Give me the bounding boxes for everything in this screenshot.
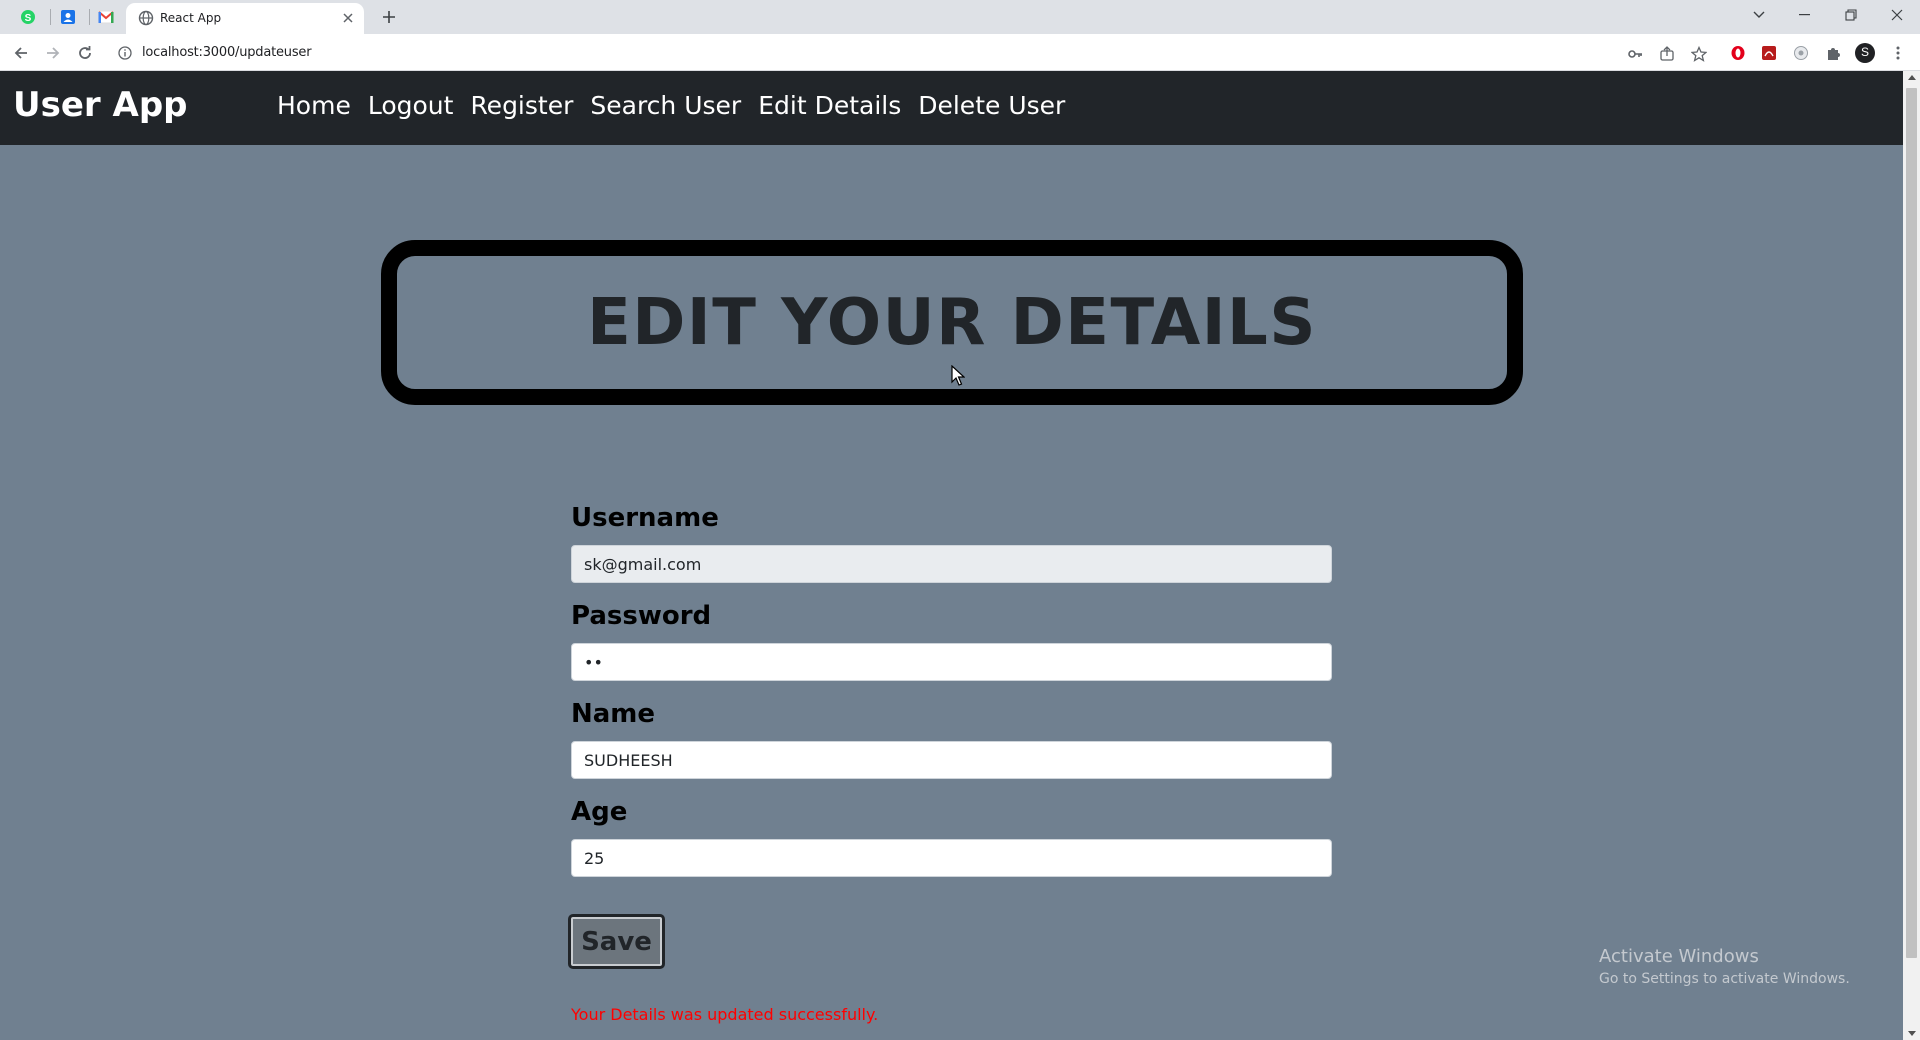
pinned-tab-whatsapp[interactable]: S [13, 5, 43, 29]
age-field[interactable] [571, 839, 1332, 877]
browser-toolbar: localhost:3000/updateuser S [0, 34, 1920, 71]
save-button[interactable]: Save [568, 914, 665, 969]
plus-icon [383, 11, 395, 23]
close-window-button[interactable] [1874, 0, 1920, 30]
scroll-down-icon[interactable] [1908, 1031, 1916, 1036]
app-navbar: User App Home Logout Register Search Use… [0, 71, 1903, 145]
share-button[interactable] [1658, 45, 1676, 63]
svg-text:S: S [25, 13, 32, 24]
profile-initial: S [1860, 45, 1869, 59]
whatsapp-icon: S [21, 10, 35, 24]
tab-search-button[interactable] [1736, 0, 1782, 30]
tab-close-button[interactable] [340, 10, 356, 26]
extension-circle-icon [1794, 46, 1808, 60]
url-text: localhost:3000/updateuser [142, 45, 312, 60]
tab-separator [89, 9, 90, 25]
page-scrollbar[interactable] [1903, 71, 1920, 1040]
restore-button[interactable] [1828, 0, 1874, 30]
activation-watermark-subtitle: Go to Settings to activate Windows. [1599, 971, 1850, 987]
pinned-tab-gmail[interactable] [91, 5, 121, 29]
forward-button[interactable] [40, 40, 66, 66]
more-vertical-icon [1896, 46, 1900, 60]
chevron-down-icon [1753, 11, 1765, 18]
tab-react-app[interactable]: React App [126, 3, 364, 34]
age-label: Age [571, 797, 628, 827]
activation-watermark-title: Activate Windows [1599, 946, 1759, 967]
nav-link-search-user[interactable]: Search User [590, 91, 741, 120]
tab-separator [50, 9, 51, 25]
scrollbar-thumb[interactable] [1906, 88, 1917, 958]
name-field[interactable] [571, 741, 1332, 779]
browser-menu-button[interactable] [1888, 43, 1908, 63]
username-label: Username [571, 503, 719, 533]
scroll-up-icon[interactable] [1908, 75, 1916, 80]
pdf-icon [1762, 46, 1776, 60]
tab-title: React App [160, 11, 222, 25]
close-icon [343, 13, 353, 23]
extension-button[interactable] [1791, 43, 1811, 63]
app-brand[interactable]: User App [13, 85, 188, 125]
opera-extension-button[interactable] [1728, 43, 1748, 63]
reload-button[interactable] [72, 40, 98, 66]
contacts-icon [61, 10, 75, 24]
bookmark-button[interactable] [1690, 45, 1708, 63]
password-field[interactable] [571, 643, 1332, 681]
nav-link-register[interactable]: Register [470, 91, 573, 120]
star-icon [1691, 46, 1707, 62]
name-label: Name [571, 699, 656, 729]
nav-link-home[interactable]: Home [277, 91, 351, 120]
info-icon [118, 46, 132, 60]
pdf-extension-button[interactable] [1759, 43, 1779, 63]
extensions-menu-button[interactable] [1823, 43, 1843, 63]
gmail-icon [98, 10, 114, 24]
mouse-cursor-icon [951, 365, 965, 386]
address-bar[interactable]: localhost:3000/updateuser [108, 38, 1707, 67]
password-key-button[interactable] [1626, 45, 1644, 63]
nav-link-logout[interactable]: Logout [368, 91, 454, 120]
page-title: EDIT YOUR DETAILS [587, 285, 1317, 360]
pinned-tab-contacts[interactable] [53, 5, 83, 29]
nav-link-edit-details[interactable]: Edit Details [758, 91, 901, 120]
key-icon [1628, 50, 1642, 58]
nav-link-delete-user[interactable]: Delete User [918, 91, 1065, 120]
opera-icon [1731, 46, 1745, 60]
minimize-icon [1799, 14, 1810, 16]
profile-button[interactable]: S [1855, 43, 1875, 63]
arrow-left-icon [14, 47, 27, 59]
username-field[interactable] [571, 545, 1332, 583]
minimize-button[interactable] [1782, 0, 1828, 30]
arrow-right-icon [47, 47, 60, 59]
browser-tabstrip: S React App [0, 0, 1920, 34]
restore-icon [1845, 9, 1857, 21]
reload-icon [79, 46, 91, 59]
globe-icon [138, 10, 154, 26]
close-icon [1891, 9, 1903, 21]
puzzle-icon [1828, 48, 1840, 60]
nav-links: Home Logout Register Search User Edit De… [277, 91, 1082, 120]
back-button[interactable] [8, 40, 34, 66]
new-tab-button[interactable] [378, 6, 400, 28]
page-viewport: User App Home Logout Register Search Use… [0, 71, 1920, 1040]
status-message: Your Details was updated successfully. [571, 1005, 879, 1024]
password-label: Password [571, 601, 712, 631]
share-icon [1660, 46, 1674, 61]
